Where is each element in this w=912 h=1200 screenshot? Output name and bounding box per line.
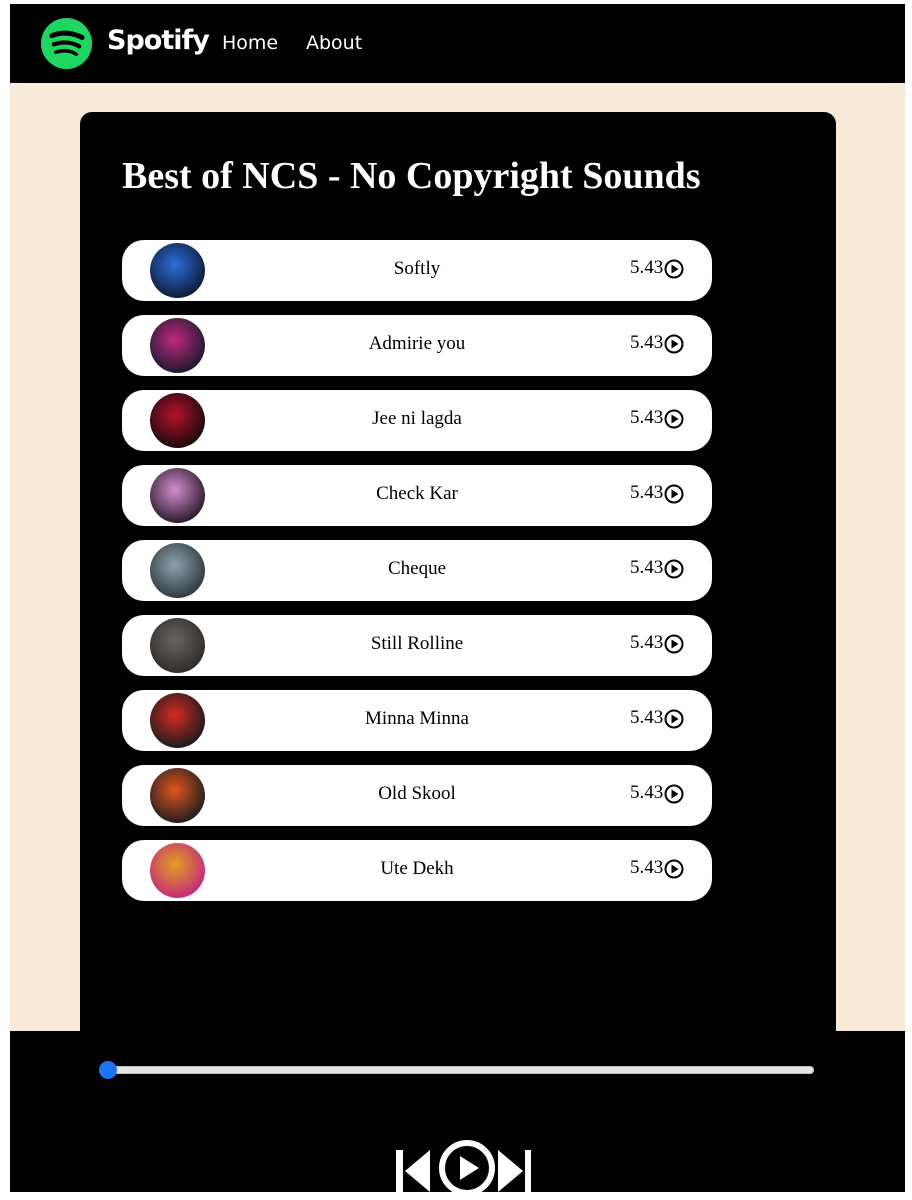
player-bar <box>10 1031 905 1200</box>
next-icon[interactable] <box>496 1136 531 1196</box>
song-cover-image <box>150 393 205 448</box>
song-item[interactable]: Check Kar 5.43 <box>122 465 712 526</box>
song-name: Jee ni lagda <box>372 408 462 429</box>
playlist-title: Best of NCS - No Copyright Sounds <box>122 155 701 197</box>
song-cover-image <box>150 693 205 748</box>
song-name: Still Rolline <box>370 633 464 654</box>
song-list: Softly 5.43 Admirie you 5.43 Jee ni lagda 5.4… <box>122 240 712 915</box>
previous-icon[interactable] <box>396 1136 432 1196</box>
song-name: Cheque <box>387 558 447 579</box>
song-duration: 5.43 <box>630 557 664 578</box>
player-controls <box>386 1136 531 1200</box>
page-footer <box>0 1192 912 1200</box>
song-item[interactable]: Minna Minna 5.43 <box>122 690 712 751</box>
song-item[interactable]: Admirie you 5.43 <box>122 315 712 376</box>
song-cover-image <box>150 843 205 898</box>
song-name: Admirie you <box>368 333 466 354</box>
progress-slider[interactable] <box>108 1066 814 1074</box>
song-item[interactable]: Jee ni lagda 5.43 <box>122 390 712 451</box>
song-cover-image <box>150 543 205 598</box>
song-cover-image <box>150 243 205 298</box>
navbar: Spotify Home About <box>10 4 905 83</box>
song-name: Minna Minna <box>365 708 469 729</box>
song-play-icon[interactable] <box>664 859 684 879</box>
brand-name[interactable]: Spotify <box>107 25 210 56</box>
nav-link-about[interactable]: About <box>306 32 362 54</box>
song-duration: 5.43 <box>630 632 664 653</box>
song-duration: 5.43 <box>630 707 664 728</box>
song-cover-image <box>150 618 205 673</box>
song-play-icon[interactable] <box>664 484 684 504</box>
song-play-icon[interactable] <box>664 559 684 579</box>
song-item[interactable]: Old Skool 5.43 <box>122 765 712 826</box>
song-play-icon[interactable] <box>664 634 684 654</box>
song-play-icon[interactable] <box>664 409 684 429</box>
song-duration: 5.43 <box>630 857 664 878</box>
song-duration: 5.43 <box>630 407 664 428</box>
song-play-icon[interactable] <box>664 784 684 804</box>
song-duration: 5.43 <box>630 332 664 353</box>
song-item[interactable]: Still Rolline 5.43 <box>122 615 712 676</box>
song-name: Old Skool <box>378 783 456 804</box>
song-play-icon[interactable] <box>664 259 684 279</box>
song-name: Ute Dekh <box>380 858 454 879</box>
song-cover-image <box>150 318 205 373</box>
song-cover-image <box>150 468 205 523</box>
song-duration: 5.43 <box>630 782 664 803</box>
song-item[interactable]: Softly 5.43 <box>122 240 712 301</box>
progress-slider-thumb[interactable] <box>99 1061 117 1079</box>
song-play-icon[interactable] <box>664 334 684 354</box>
song-duration: 5.43 <box>630 257 664 278</box>
song-item[interactable]: Cheque 5.43 <box>122 540 712 601</box>
song-duration: 5.43 <box>630 482 664 503</box>
song-name: Check Kar <box>376 483 458 504</box>
song-name: Softly <box>393 258 441 279</box>
song-cover-image <box>150 768 205 823</box>
play-icon[interactable] <box>437 1136 497 1196</box>
song-play-icon[interactable] <box>664 709 684 729</box>
nav-link-home[interactable]: Home <box>222 32 278 54</box>
song-item[interactable]: Ute Dekh 5.43 <box>122 840 712 901</box>
playlist-container: Best of NCS - No Copyright Sounds Softly… <box>80 112 836 1042</box>
spotify-logo-icon[interactable] <box>40 17 93 70</box>
